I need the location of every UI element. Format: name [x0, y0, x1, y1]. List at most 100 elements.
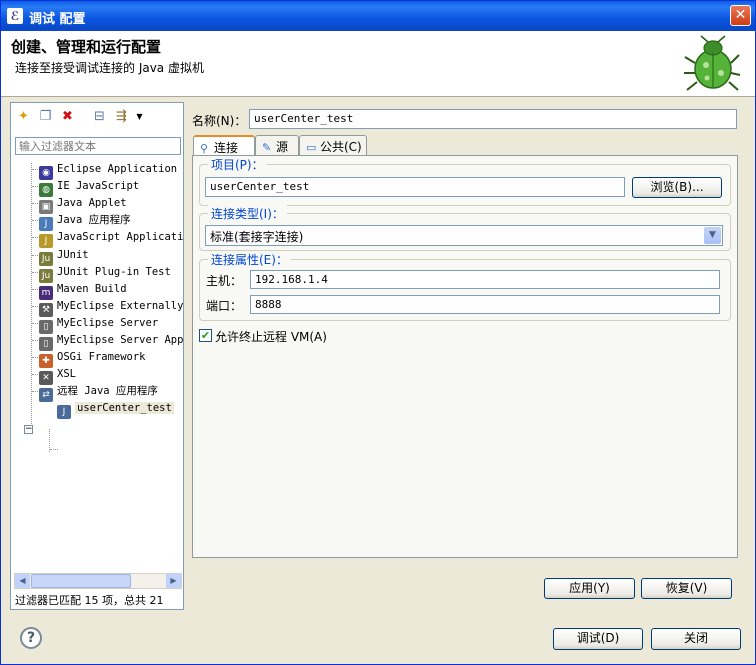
- host-label: 主机：: [206, 274, 243, 288]
- tree-line: [32, 288, 38, 290]
- tree-line: [50, 449, 58, 450]
- filter-icon[interactable]: ⇶: [113, 108, 130, 125]
- tree-item[interactable]: Ju JUnit: [39, 247, 89, 266]
- project-input[interactable]: userCenter_test: [205, 177, 625, 197]
- name-label: 名称(N)：: [192, 114, 247, 128]
- filter-input[interactable]: [15, 137, 181, 155]
- filter-menu-chevron-icon[interactable]: ▼: [131, 108, 148, 125]
- tree-line: [32, 169, 38, 170]
- new-config-icon[interactable]: ✦: [15, 108, 32, 125]
- duplicate-config-icon[interactable]: ❐: [37, 108, 54, 125]
- tree-item-label: userCenter_test: [75, 402, 174, 415]
- name-input[interactable]: userCenter_test: [249, 109, 737, 129]
- connection-type-select[interactable]: 标准(套接字连接) ▼: [205, 225, 723, 246]
- tree-line: [32, 271, 38, 273]
- port-input[interactable]: 8888: [250, 295, 720, 314]
- tree-item-label: 远程 Java 应用程序: [57, 385, 158, 398]
- dialog-banner: 创建、管理和运行配置 连接至接受调试连接的 Java 虚拟机: [1, 31, 755, 97]
- collapse-toggle-icon[interactable]: −: [24, 425, 33, 434]
- tree-line: [32, 357, 38, 359]
- tree-item[interactable]: JuserCenter_test: [57, 400, 174, 420]
- close-window-button[interactable]: ✕: [730, 5, 751, 26]
- revert-button[interactable]: 恢复(V): [641, 578, 732, 599]
- close-button[interactable]: 关闭: [651, 628, 741, 650]
- tree-item-label: Java Applet: [57, 197, 127, 210]
- scroll-thumb[interactable]: [31, 574, 131, 588]
- connection-type-title: 连接类型(I)：: [208, 205, 287, 222]
- remote-java-icon: ⇄: [39, 388, 53, 403]
- debug-button[interactable]: 调试(D): [553, 628, 643, 650]
- tree-item[interactable]: ⇄ 远程 Java 应用程序: [39, 383, 158, 403]
- tree-horizontal-scrollbar[interactable]: ◀ ▶: [14, 573, 182, 589]
- tree-item-label: MyEclipse Externally: [57, 299, 183, 312]
- tab-source[interactable]: ✎ 源: [255, 135, 299, 155]
- tree-item[interactable]: ▣ Java Applet: [39, 195, 127, 215]
- tree-item[interactable]: J JavaScript Applicatio: [39, 229, 183, 249]
- apply-button[interactable]: 应用(Y): [544, 578, 635, 599]
- tree-item-label: JavaScript Applicatio: [57, 231, 183, 244]
- tree-item-label: JUnit Plug-in Test: [57, 265, 171, 278]
- allow-terminate-label: 允许终止远程 VM(A): [215, 330, 327, 344]
- tree-item-label: IE JavaScript: [57, 180, 140, 193]
- title-bar: ℰ 调试 配置 ✕: [1, 1, 755, 31]
- tree-item-label: XSL: [57, 368, 76, 381]
- window-title: 调试 配置: [29, 12, 86, 27]
- tree-item[interactable]: ▯ MyEclipse Server: [39, 315, 159, 334]
- tree-item[interactable]: ▯ MyEclipse Server Appl: [39, 332, 183, 351]
- config-toolbar: ✦ ❐ ✖ ⊟ ⇶ ▼: [13, 105, 181, 129]
- chevron-down-icon[interactable]: ▼: [704, 227, 721, 244]
- tree-item-label: Maven Build: [57, 282, 127, 295]
- tree-item-label: JUnit: [57, 248, 89, 261]
- connection-type-group: 连接类型(I)： 标准(套接字连接) ▼: [199, 205, 731, 251]
- tree-item[interactable]: ✚ OSGi Framework: [39, 349, 146, 369]
- tree-line: [32, 186, 38, 188]
- tab-common[interactable]: ▭ 公共(C): [299, 135, 367, 155]
- tree-line: [32, 254, 38, 256]
- tab-connect[interactable]: ⚲ 连接: [193, 135, 255, 156]
- connection-props-group: 连接属性(E)： 主机： 192.168.1.4 端口： 8888: [199, 251, 731, 321]
- collapse-all-icon[interactable]: ⊟: [91, 108, 108, 125]
- project-group-title: 项目(P)：: [208, 156, 267, 173]
- tree-item[interactable]: m Maven Build: [39, 281, 127, 300]
- tree-line: [32, 203, 38, 205]
- connect-icon: ⚲: [200, 142, 209, 155]
- config-list-pane: ✦ ❐ ✖ ⊟ ⇶ ▼ ◉Eclipse Application◍IE Java…: [10, 102, 184, 610]
- tree-item-label: Eclipse Application: [57, 163, 178, 175]
- common-icon: ▭: [306, 141, 317, 154]
- tree-item-label: MyEclipse Server: [57, 316, 159, 329]
- source-icon: ✎: [262, 141, 272, 154]
- browse-button[interactable]: 浏览(B)...: [632, 177, 722, 198]
- tree-line: [32, 391, 38, 393]
- tree-line: [32, 340, 38, 341]
- filter-status: 过滤器已匹配 15 项，总共 21: [15, 594, 164, 607]
- tree-line: [32, 220, 38, 222]
- tree-item-label: OSGi Framework: [57, 351, 146, 364]
- eclipse-app-icon: ℰ: [7, 8, 23, 24]
- tree-line: [32, 374, 38, 376]
- project-group: 项目(P)： userCenter_test 浏览(B)...: [199, 156, 731, 206]
- tree-line: [32, 305, 38, 307]
- scroll-right-icon[interactable]: ▶: [166, 574, 181, 588]
- banner-description: 连接至接受调试连接的 Java 虚拟机: [15, 61, 204, 75]
- config-icon: J: [57, 405, 71, 420]
- tree-item[interactable]: ◍ IE JavaScript: [39, 178, 140, 198]
- tree-item[interactable]: J Java 应用程序: [39, 212, 131, 232]
- bug-icon: [684, 35, 741, 91]
- tree-item[interactable]: ⚒ MyEclipse Externally: [39, 298, 183, 317]
- tree-item-label: MyEclipse Server Appl: [57, 334, 183, 346]
- connection-props-title: 连接属性(E)：: [208, 251, 291, 268]
- config-tree: ◉ Eclipse Application ◍ IE JavaScript ▣ Java …: [11, 159, 183, 569]
- tab-content-connect: 项目(P)： userCenter_test 浏览(B)... 连接类型(I)：…: [192, 155, 738, 558]
- host-input[interactable]: 192.168.1.4: [250, 270, 720, 289]
- scroll-left-icon[interactable]: ◀: [15, 574, 30, 588]
- delete-config-icon[interactable]: ✖: [59, 108, 76, 125]
- tree-item[interactable]: Ju JUnit Plug-in Test: [39, 264, 171, 283]
- debug-config-dialog: ℰ 调试 配置 ✕ 创建、管理和运行配置 连接至接受调试连接的 Java 虚拟机…: [0, 0, 756, 665]
- tree-item[interactable]: ◉ Eclipse Application: [39, 161, 178, 180]
- tree-line: [32, 322, 38, 324]
- banner-heading: 创建、管理和运行配置: [11, 38, 162, 56]
- help-icon[interactable]: ?: [20, 627, 42, 649]
- allow-terminate-checkbox[interactable]: ✔: [199, 329, 212, 342]
- tree-item[interactable]: ✕ XSL: [39, 366, 76, 386]
- port-label: 端口：: [206, 299, 243, 313]
